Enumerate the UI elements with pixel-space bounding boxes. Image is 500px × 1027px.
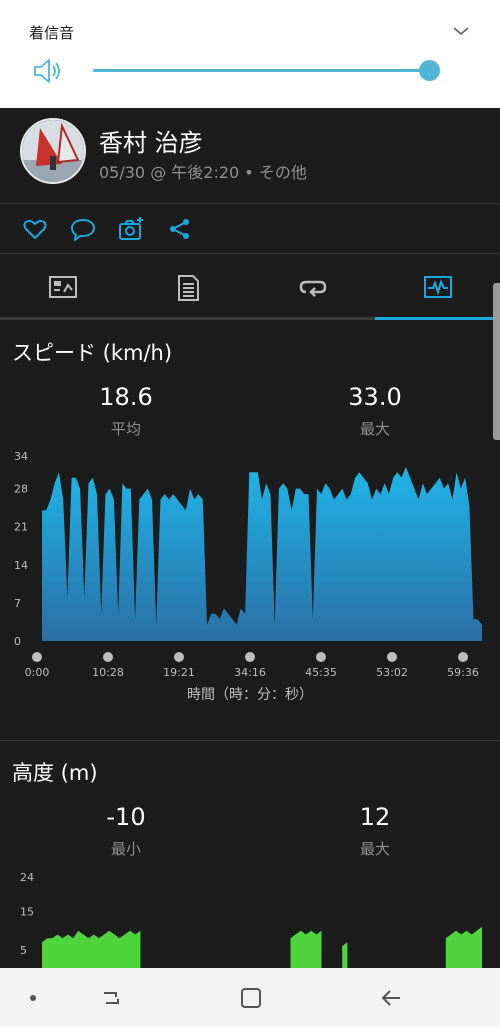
add-photo-icon[interactable] bbox=[118, 216, 144, 242]
speed-x-tick-marker bbox=[103, 652, 113, 662]
altitude-min-label: 最小 bbox=[110, 840, 141, 858]
speed-y-tick-label: 34 bbox=[14, 450, 28, 463]
altitude-series-area bbox=[445, 926, 482, 969]
speed-y-tick-label: 7 bbox=[14, 597, 21, 610]
recent-apps-icon[interactable] bbox=[96, 983, 126, 1013]
speed-series-area bbox=[42, 466, 482, 641]
dot-icon[interactable] bbox=[18, 983, 48, 1013]
speed-x-tick-marker bbox=[245, 652, 255, 662]
speed-x-tick-label: 10:28 bbox=[92, 666, 124, 679]
altitude-series-area bbox=[342, 942, 348, 969]
tab-summary[interactable] bbox=[0, 254, 125, 318]
volume-slider-track[interactable] bbox=[93, 69, 429, 72]
speed-x-tick-marker bbox=[174, 652, 184, 662]
user-name[interactable]: 香村 治彦 bbox=[99, 123, 203, 158]
tab-laps[interactable] bbox=[250, 254, 375, 318]
volume-label: 着信音 bbox=[29, 24, 75, 42]
details-icon bbox=[178, 275, 199, 301]
speed-x-tick-label: 34:16 bbox=[234, 666, 266, 679]
app-screen: 着信音 香村 治彦 05/30 @ 午後2:20 • その他 スピード (km/… bbox=[0, 0, 500, 1027]
speed-title: スピード (km/h) bbox=[12, 341, 173, 365]
activity-meta: 05/30 @ 午後2:20 • その他 bbox=[99, 163, 307, 182]
speed-chart: 0 7 14 21 28 34 0:00 10:28 19:21 34:16 45:35 53:02 5… bbox=[14, 450, 482, 679]
action-bar bbox=[0, 204, 500, 254]
speed-x-tick-marker bbox=[316, 652, 326, 662]
altitude-min-value: -10 bbox=[106, 803, 146, 831]
speed-y-tick-label: 21 bbox=[14, 521, 28, 534]
avatar[interactable] bbox=[20, 118, 86, 184]
speed-y-tick-label: 14 bbox=[14, 559, 28, 572]
heart-icon[interactable] bbox=[22, 216, 48, 242]
speed-y-tick-label: 0 bbox=[14, 635, 21, 648]
speed-x-tick-marker bbox=[458, 652, 468, 662]
summary-icon bbox=[49, 276, 77, 298]
speed-x-tick-label: 53:02 bbox=[376, 666, 408, 679]
altitude-y-tick-label: 5 bbox=[20, 944, 27, 957]
speed-avg-label: 平均 bbox=[110, 420, 141, 438]
volume-slider-thumb[interactable] bbox=[419, 60, 440, 81]
tab-active-indicator bbox=[375, 317, 500, 320]
charts-icon bbox=[424, 276, 452, 298]
comment-icon[interactable] bbox=[70, 216, 96, 242]
speed-x-tick-label: 0:00 bbox=[25, 666, 50, 679]
volume-panel: 着信音 bbox=[0, 0, 500, 108]
tab-details[interactable] bbox=[125, 254, 250, 318]
home-icon[interactable] bbox=[236, 983, 266, 1013]
speed-x-axis-label: 時間（時：分：秒） bbox=[187, 687, 313, 703]
altitude-series-area bbox=[290, 930, 322, 969]
speed-avg-value: 18.6 bbox=[99, 383, 153, 411]
altitude-chart: 5 15 24 bbox=[20, 871, 482, 969]
altitude-title: 高度 (m) bbox=[12, 761, 98, 785]
altitude-y-tick-label: 24 bbox=[20, 871, 34, 884]
laps-icon bbox=[299, 280, 327, 297]
speed-max-label: 最大 bbox=[359, 420, 390, 438]
altitude-series-area bbox=[42, 930, 141, 969]
altitude-max-value: 12 bbox=[359, 803, 391, 831]
share-icon[interactable] bbox=[167, 216, 193, 242]
back-icon[interactable] bbox=[376, 983, 406, 1013]
activity-header: 香村 治彦 05/30 @ 午後2:20 • その他 bbox=[0, 108, 500, 204]
altitude-max-label: 最大 bbox=[359, 840, 390, 858]
speed-x-tick-label: 19:21 bbox=[163, 666, 195, 679]
chevron-down-icon[interactable] bbox=[450, 20, 472, 42]
speed-x-tick-label: 45:35 bbox=[305, 666, 337, 679]
speed-y-tick-label: 28 bbox=[14, 483, 28, 496]
system-nav-bar bbox=[0, 968, 500, 1027]
speed-max-value: 33.0 bbox=[348, 383, 402, 411]
tab-charts[interactable] bbox=[375, 254, 500, 318]
speaker-icon[interactable] bbox=[32, 57, 64, 85]
section-divider bbox=[0, 740, 500, 741]
tab-bar bbox=[0, 254, 500, 321]
scroll-handle[interactable] bbox=[493, 283, 500, 440]
altitude-y-tick-label: 15 bbox=[20, 906, 34, 919]
speed-x-tick-marker bbox=[387, 652, 397, 662]
speed-x-tick-label: 59:36 bbox=[447, 666, 479, 679]
speed-x-tick-marker bbox=[32, 652, 42, 662]
